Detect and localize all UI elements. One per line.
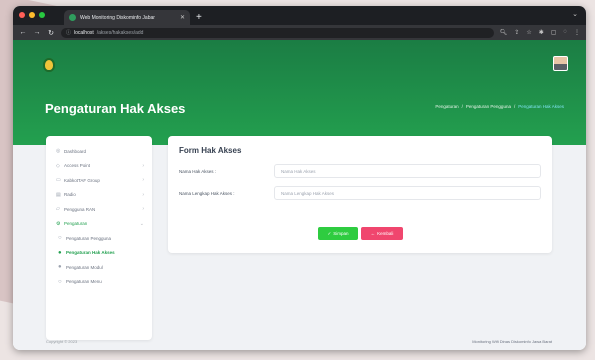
save-button[interactable]: ✓ Simpan (318, 227, 358, 240)
browser-tab[interactable]: Web Monitoring Diskominfo Jabar ✕ (64, 10, 190, 25)
sidebar: ◎ Dashboard ◇ Access Point › ▭ KabkotTAF… (46, 136, 152, 340)
sidebar-item-label: Pengaturan Hak Akses (66, 250, 115, 256)
save-button-label: Simpan (333, 231, 349, 236)
sidebar-item-label: Radio (64, 192, 76, 198)
nama-hak-akses-input[interactable]: Nama Hak Akses (274, 164, 541, 178)
footer-credit: Monitoring Wifi Dinas Diskominfo Jawa Ba… (472, 339, 552, 344)
breadcrumb-item-pengguna[interactable]: Pengaturan Pengguna (466, 104, 511, 109)
sidebar-item-label: Access Point (64, 163, 91, 169)
tab-list-chevron-icon[interactable]: ⌄ (572, 10, 578, 18)
chevron-right-icon: › (142, 206, 144, 213)
info-icon[interactable]: ⓘ (66, 29, 71, 36)
form-card: Form Hak Akses Nama Hak Akses : Nama Hak… (168, 136, 552, 253)
browser-window: Web Monitoring Diskominfo Jabar ✕ + ⌄ ← … (13, 6, 586, 350)
page-title: Pengaturan Hak Akses (45, 101, 186, 116)
settings-icon: ⚙ (56, 220, 61, 227)
dashboard-icon: ◎ (56, 148, 61, 155)
menu-kebab-icon[interactable]: ⋮ (574, 29, 580, 36)
sidebar-item-label: Pengaturan Menu (66, 279, 102, 285)
field-label: Nama Hak Akses : (179, 168, 217, 174)
form-title: Form Hak Akses (179, 146, 242, 155)
sidebar-item-label: Pengaturan (64, 221, 88, 227)
sidebar-item-label: Pengguna RAN (64, 206, 96, 212)
minimize-window-button[interactable] (29, 12, 35, 18)
chevron-right-icon: › (142, 191, 144, 198)
favicon-icon (69, 14, 76, 21)
breadcrumb: Pengaturan / Pengaturan Pengguna / Penga… (435, 104, 564, 109)
page-header: Pengaturan Hak Akses Pengaturan / Pengat… (13, 40, 586, 145)
url-host: localhost (74, 29, 94, 36)
sidebar-item-access-point[interactable]: ◇ Access Point › (46, 159, 152, 174)
breadcrumb-item-current: Pengaturan Hak Akses (518, 104, 564, 109)
tab-strip: Web Monitoring Diskominfo Jabar ✕ + ⌄ (13, 6, 586, 25)
chevron-down-icon: ⌄ (139, 220, 144, 227)
breadcrumb-separator: / (461, 104, 463, 109)
network-icon: ▱ (56, 206, 60, 213)
form-row-nama-lengkap: Nama Lengkap Hak Akses : Nama Lengkap Ha… (179, 186, 541, 200)
sidebar-item-radio[interactable]: ▤ Radio › (46, 188, 152, 203)
share-icon[interactable]: ⇪ (514, 29, 519, 36)
url-path: /akses/hakakses/add (96, 29, 144, 36)
nama-lengkap-hak-akses-input[interactable]: Nama Lengkap Hak Akses (274, 186, 541, 200)
new-tab-button[interactable]: + (196, 12, 202, 23)
form-row-nama: Nama Hak Akses : Nama Hak Akses (179, 164, 541, 178)
window-controls (19, 12, 45, 18)
tab-title: Web Monitoring Diskominfo Jabar (80, 14, 155, 21)
breadcrumb-separator: / (513, 104, 516, 109)
group-icon: ▭ (56, 177, 61, 184)
sidebar-subitem-pengaturan-modul[interactable]: ● Pengaturan Modul (46, 260, 152, 275)
circle-outline-icon: ○ (58, 278, 62, 285)
web-page: Pengaturan Hak Akses Pengaturan / Pengat… (13, 40, 586, 350)
sidebar-subitem-pengaturan-menu[interactable]: ○ Pengaturan Menu (46, 275, 152, 290)
arrow-left-icon: ← (370, 231, 376, 236)
sidebar-item-kabkot-group[interactable]: ▭ KabkotTAF Group › (46, 173, 152, 188)
sidebar-item-pengguna-ran[interactable]: ▱ Pengguna RAN › (46, 202, 152, 217)
footer-copyright: Copyright © 2023 (46, 339, 78, 344)
zoom-icon[interactable]: 🔍︎ (500, 29, 508, 36)
cancel-button[interactable]: ← Kembali (361, 227, 403, 240)
reload-icon[interactable]: ↻ (47, 29, 55, 37)
back-icon[interactable]: ← (19, 29, 27, 36)
circle-filled-icon: ● (58, 264, 62, 271)
radio-icon: ▤ (56, 191, 61, 198)
toolbar-actions: 🔍︎ ⇪ ☆ ✱ ▢ ◌ ⋮ (500, 29, 580, 36)
profile-icon[interactable]: ◌ (563, 29, 567, 36)
address-bar[interactable]: ⓘ localhost /akses/hakakses/add (61, 27, 494, 38)
cancel-button-label: Kembali (377, 231, 394, 236)
sidebar-item-label: Pengaturan Pengguna (66, 235, 112, 241)
sidebar-subitem-pengaturan-pengguna[interactable]: ○ Pengaturan Pengguna (46, 231, 152, 246)
avatar[interactable] (553, 56, 568, 71)
access-point-icon: ◇ (56, 162, 60, 169)
circle-filled-icon: ● (58, 249, 62, 256)
chevron-right-icon: › (142, 177, 144, 184)
chevron-right-icon: › (142, 162, 144, 169)
browser-toolbar: ← → ↻ ⓘ localhost /akses/hakakses/add 🔍︎… (13, 25, 586, 40)
tab-close-icon[interactable]: ✕ (180, 14, 185, 21)
circle-outline-icon: ○ (58, 235, 62, 242)
check-icon: ✓ (327, 230, 332, 236)
bookmark-star-icon[interactable]: ☆ (526, 29, 531, 36)
extensions-icon[interactable]: ✱ (539, 29, 544, 36)
sidebar-item-label: KabkotTAF Group (64, 177, 100, 183)
sidebar-item-pengaturan[interactable]: ⚙ Pengaturan ⌄ (46, 217, 152, 232)
maximize-window-button[interactable] (39, 12, 45, 18)
breadcrumb-item-pengaturan[interactable]: Pengaturan (435, 104, 458, 109)
sidebar-item-dashboard[interactable]: ◎ Dashboard (46, 144, 152, 159)
field-label: Nama Lengkap Hak Akses : (179, 190, 235, 196)
close-window-button[interactable] (19, 12, 25, 18)
sidebar-item-label: Pengaturan Modul (66, 264, 103, 270)
sidebar-subitem-pengaturan-hak-akses[interactable]: ● Pengaturan Hak Akses (46, 246, 152, 261)
sidebar-item-label: Dashboard (64, 148, 87, 154)
sidepanel-icon[interactable]: ▢ (551, 29, 557, 36)
forward-icon[interactable]: → (33, 29, 41, 36)
logo[interactable] (43, 58, 55, 72)
